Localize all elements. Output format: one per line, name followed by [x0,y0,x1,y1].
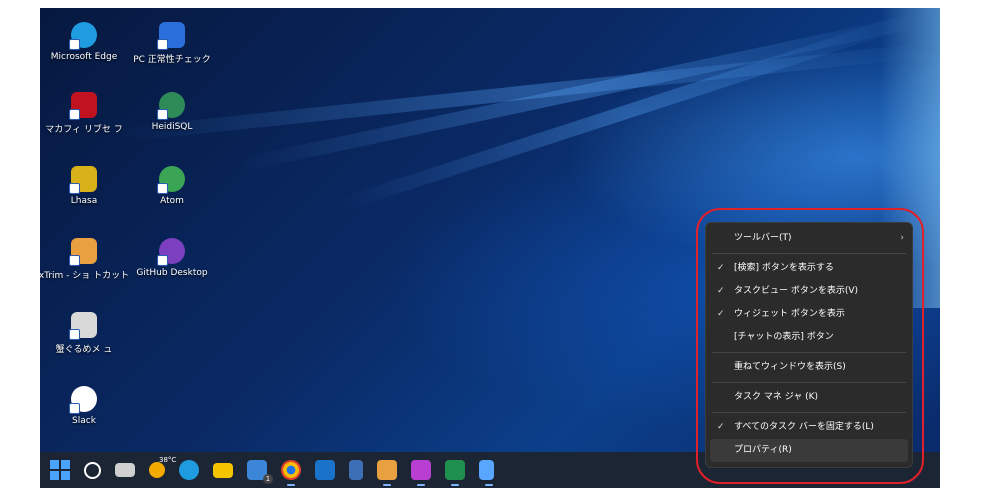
desktop-icon-label: 蟹ぐるめメ ュ [55,345,113,355]
pc-health-icon [157,22,185,50]
wallpaper-beam [238,12,927,172]
atom-icon [157,166,185,194]
desktop-icon-label: PC 正常性チェック [133,55,211,65]
github-desktop-icon [157,238,185,266]
weather-icon[interactable]: 38°C [149,456,176,478]
wallpaper-beam [337,12,913,212]
desktop-icon-label: Lhasa [70,196,98,206]
task-view-icon[interactable] [115,463,135,477]
desktop-icon-label: Atom [160,196,184,206]
desktop-icon-label: GitHub Desktop [136,268,208,278]
weather-temp: 38°C [159,456,177,464]
mcafee-icon [69,92,97,120]
desktop-icon-label: HeidiSQL [151,122,193,132]
desktop-icon-heidisql[interactable]: HeidiSQL [126,92,218,132]
mail-badge: 1 [263,474,273,484]
desktop-icon-github-desktop[interactable]: GitHub Desktop [126,238,218,278]
xtrim-icon [69,238,97,266]
edge-icon [69,22,97,50]
xtrim-taskbar-icon[interactable] [377,460,397,486]
mail-icon[interactable]: 1 [247,460,273,484]
excel-icon[interactable] [445,460,465,486]
red-highlight-annotation [696,208,924,484]
desktop-icon-pc-health[interactable]: PC 正常性チェック [126,22,218,65]
slack-icon [69,386,97,414]
notes-icon[interactable] [349,460,363,480]
heidisql-icon [157,92,185,120]
desktop-icon-lhasa[interactable]: Lhasa [40,166,130,206]
lhasa-icon [69,166,97,194]
desktop-icon-label: xTrim - ショ トカット [40,271,130,281]
outlook-icon[interactable] [315,460,335,480]
file-explorer-icon[interactable] [213,462,233,478]
edge-taskbar-icon[interactable] [179,460,199,480]
snipping-tool-icon[interactable] [411,460,431,486]
desktop-icon-label: Microsoft Edge [50,52,118,62]
desktop-icon-atom[interactable]: Atom [126,166,218,206]
desktop-icon-edge[interactable]: Microsoft Edge [40,22,130,62]
desktop-icon-slack[interactable]: Slack [40,386,130,426]
menu-app-icon [69,312,97,340]
desktop-icon-menu-app[interactable]: 蟹ぐるめメ ュ [40,312,130,355]
desktop-icon-label: Slack [72,416,96,426]
start-icon[interactable] [50,460,70,480]
notepad-icon[interactable] [479,460,494,486]
desktop-icon-xtrim[interactable]: xTrim - ショ トカット [40,238,130,281]
chrome-icon[interactable] [281,460,301,486]
desktop-icon-label: マカフィ リブセ フ [45,125,123,135]
search-icon[interactable] [84,461,101,479]
desktop-icon-mcafee[interactable]: マカフィ リブセ フ [40,92,130,135]
